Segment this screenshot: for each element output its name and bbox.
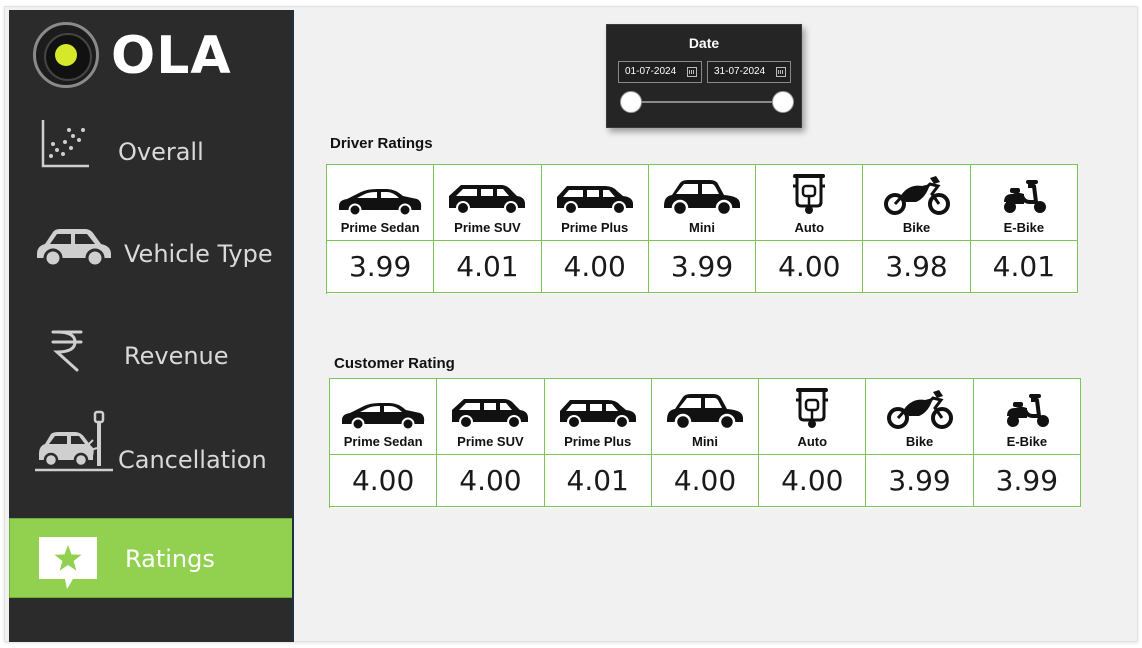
rupee-icon <box>49 326 85 379</box>
vehicle-type-label: Bike <box>905 434 934 449</box>
rating-value: 4.00 <box>330 455 438 507</box>
ola-logo: OLA <box>33 22 243 102</box>
car-crash-icon <box>33 408 115 479</box>
hatchback-icon <box>665 392 745 434</box>
vehicle-type-label: E-Bike <box>1003 220 1045 235</box>
driver-ratings-title: Driver Ratings <box>330 135 433 152</box>
motorbike-icon <box>882 174 952 220</box>
sidebar-item-label: Cancellation <box>118 446 267 474</box>
scooter-icon <box>1000 176 1048 220</box>
rating-value: 4.01 <box>434 241 542 293</box>
vehicle-header-cell: Mini <box>648 165 757 241</box>
car-icon <box>33 224 115 273</box>
auto-rickshaw-icon <box>787 172 831 220</box>
vehicle-header-cell: Prime Sedan <box>330 379 438 455</box>
rating-value: 4.01 <box>970 241 1078 293</box>
end-date-value: 31-07-2024 <box>714 66 766 77</box>
calendar-icon[interactable] <box>687 67 697 77</box>
vehicle-type-label: Auto <box>794 220 825 235</box>
brand-name: OLA <box>111 26 232 86</box>
calendar-icon[interactable] <box>776 67 786 77</box>
rating-value: 4.00 <box>651 455 760 507</box>
customer-ratings-table: Prime Sedan Prime SUV Prime Plus Mini Auto Bi… <box>329 378 1081 508</box>
vehicle-header-cell: Auto <box>756 165 864 241</box>
vehicle-header-cell: E-Bike <box>973 379 1081 455</box>
date-range-slicer: Date 01-07-2024 31-07-2024 <box>606 24 802 128</box>
date-slider-start-handle[interactable] <box>620 91 642 113</box>
vehicle-header-cell: Bike <box>866 379 974 455</box>
vehicle-header-cell: Prime Plus <box>544 379 652 455</box>
rating-value: 4.00 <box>759 455 867 507</box>
driver-ratings-table: Prime Sedan Prime SUV Prime Plus Mini Auto Bi… <box>326 164 1078 294</box>
sidebar-item-label: Ratings <box>125 545 215 573</box>
vehicle-header-cell: Prime SUV <box>434 165 542 241</box>
prime-plus-car-icon <box>555 182 635 220</box>
vehicle-type-label: Prime Plus <box>564 434 632 449</box>
vehicle-type-label: Mini <box>688 220 715 235</box>
ola-logo-mark-icon <box>33 22 99 88</box>
sidebar-item-vehicle-type[interactable]: Vehicle Type <box>9 204 294 284</box>
vehicle-type-label: Prime SUV <box>457 434 524 449</box>
start-date-input[interactable]: 01-07-2024 <box>618 61 702 83</box>
rating-value: 3.99 <box>327 241 435 293</box>
sedan-icon <box>340 400 426 434</box>
rating-value: 4.00 <box>541 241 649 293</box>
vehicle-type-label: Prime SUV <box>454 220 521 235</box>
end-date-input[interactable]: 31-07-2024 <box>707 61 791 83</box>
vehicle-type-label: Prime Plus <box>561 220 629 235</box>
rating-value: 3.99 <box>866 455 974 507</box>
star-badge-icon <box>37 535 99 598</box>
suv-icon <box>450 396 530 434</box>
rating-value: 4.00 <box>756 241 864 293</box>
sedan-icon <box>337 186 423 220</box>
vehicle-header-cell: Prime SUV <box>437 379 545 455</box>
vehicle-header-cell: Mini <box>651 379 760 455</box>
sidebar-item-label: Overall <box>118 138 204 166</box>
start-date-value: 01-07-2024 <box>625 66 677 77</box>
rating-value: 3.99 <box>648 241 757 293</box>
vehicle-type-label: Auto <box>797 434 828 449</box>
vehicle-header-cell: Bike <box>863 165 971 241</box>
scatter-chart-icon <box>39 118 91 175</box>
vehicle-header-cell: E-Bike <box>970 165 1078 241</box>
rating-value: 3.98 <box>863 241 971 293</box>
sidebar-item-ratings[interactable]: Ratings <box>9 518 294 598</box>
hatchback-icon <box>662 178 742 220</box>
sidebar-item-overall[interactable]: Overall <box>9 104 294 184</box>
vehicle-type-label: E-Bike <box>1006 434 1048 449</box>
auto-rickshaw-icon <box>790 386 834 434</box>
date-slicer-title: Date <box>688 35 720 51</box>
customer-ratings-title: Customer Rating <box>334 355 455 372</box>
vehicle-type-label: Prime Sedan <box>340 220 420 235</box>
date-slider-track[interactable] <box>631 101 783 103</box>
vehicle-type-label: Bike <box>902 220 931 235</box>
vehicle-header-cell: Prime Sedan <box>327 165 435 241</box>
vehicle-header-cell: Auto <box>759 379 867 455</box>
sidebar-item-cancellation[interactable]: Cancellation <box>9 406 294 486</box>
sidebar-nav: OLA Overall Vehicle Type Revenue Cancell… <box>9 10 294 642</box>
sidebar-item-revenue[interactable]: Revenue <box>9 306 294 386</box>
vehicle-header-cell: Prime Plus <box>541 165 649 241</box>
vehicle-type-label: Prime Sedan <box>343 434 423 449</box>
suv-icon <box>447 182 527 220</box>
sidebar-item-label: Revenue <box>124 342 229 370</box>
prime-plus-car-icon <box>558 396 638 434</box>
date-slider-end-handle[interactable] <box>772 91 794 113</box>
rating-value: 3.99 <box>973 455 1081 507</box>
sidebar-item-label: Vehicle Type <box>124 240 273 268</box>
rating-value: 4.01 <box>544 455 652 507</box>
scooter-icon <box>1003 390 1051 434</box>
motorbike-icon <box>885 388 955 434</box>
rating-value: 4.00 <box>437 455 545 507</box>
vehicle-type-label: Mini <box>691 434 718 449</box>
